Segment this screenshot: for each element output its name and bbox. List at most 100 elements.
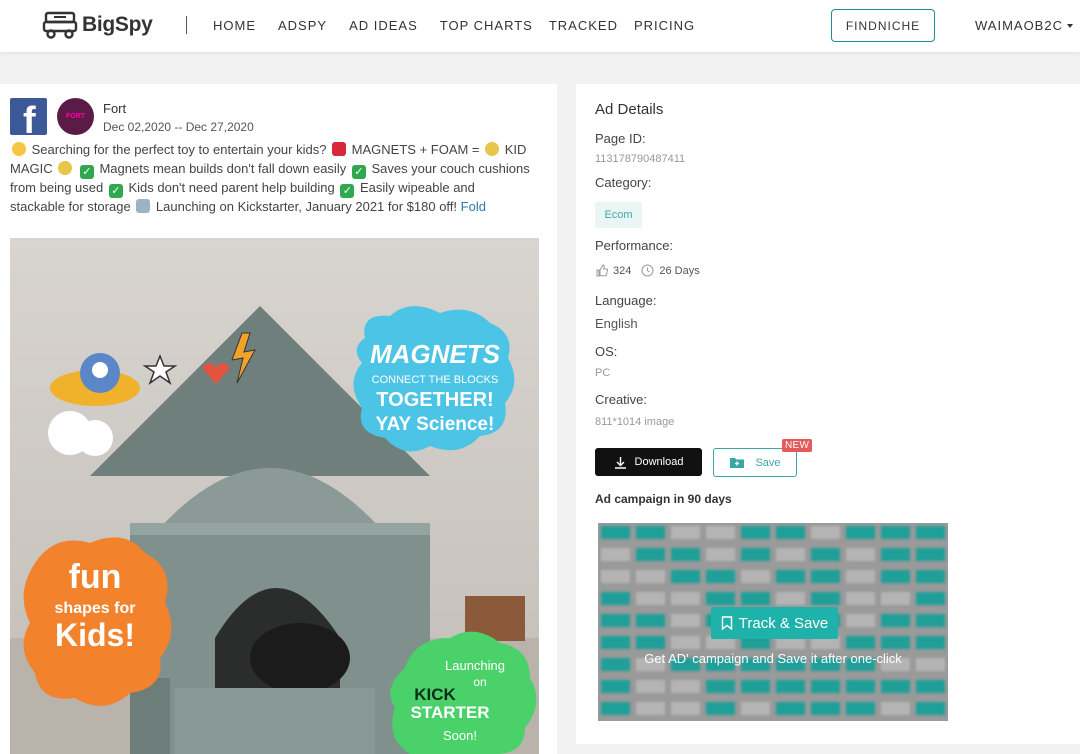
campaign-cell — [601, 636, 630, 649]
page-name[interactable]: Fort — [103, 101, 126, 116]
performance-stats: 324 26 Days — [595, 264, 710, 277]
campaign-cell — [671, 702, 700, 715]
campaign-cell — [916, 702, 945, 715]
campaign-cell — [811, 526, 840, 539]
page-avatar[interactable]: FORT — [57, 98, 94, 135]
track-save-button[interactable]: Track & Save — [711, 607, 838, 639]
like-icon — [596, 264, 608, 277]
campaign-cell — [636, 614, 665, 627]
svg-text:shapes for: shapes for — [55, 600, 136, 617]
ad-text-part: Magnets mean builds don't fall down easi… — [95, 160, 350, 176]
campaign-cell — [881, 526, 910, 539]
campaign-cell — [776, 548, 805, 561]
nav-top-charts[interactable]: TOP CHARTS — [440, 18, 533, 33]
download-button[interactable]: Download — [595, 448, 702, 476]
sparkle-emoji-icon — [485, 142, 500, 156]
campaign-cell — [601, 548, 630, 561]
campaign-cell — [846, 548, 875, 561]
campaign-cell — [916, 614, 945, 627]
save-button[interactable]: Save — [713, 448, 797, 477]
campaign-cell — [706, 702, 735, 715]
ad-details-panel: Ad Details Page ID: 113178790487411 Cate… — [576, 84, 1080, 744]
folder-add-icon — [730, 458, 745, 468]
campaign-cell — [811, 680, 840, 693]
svg-text:CONNECT THE BLOCKS: CONNECT THE BLOCKS — [372, 374, 499, 386]
new-badge: NEW — [782, 439, 813, 452]
track-save-label: Track & Save — [738, 614, 829, 632]
campaign-cell — [706, 592, 735, 605]
nav-links: HOME ADSPY AD IDEAS TOP CHARTS TRACKED P… — [213, 18, 717, 33]
bookmark-icon — [721, 616, 732, 630]
svg-text:STARTER: STARTER — [410, 703, 489, 722]
language-label: Language: — [595, 293, 657, 308]
campaign-cell — [916, 570, 945, 583]
campaign-cell — [601, 614, 630, 627]
campaign-cell — [881, 592, 910, 605]
ad-creative-image[interactable]: MAGNETS CONNECT THE BLOCKS TOGETHER! YAY… — [10, 238, 539, 754]
likes-stat: 324 — [595, 264, 631, 277]
fold-link[interactable]: Fold — [461, 199, 486, 214]
bigspy-logo[interactable]: BigSpy — [42, 10, 153, 40]
sparkle-emoji-icon — [58, 160, 73, 175]
campaign-cell — [706, 548, 735, 561]
ad-details-title: Ad Details — [595, 101, 664, 118]
campaign-cell — [846, 592, 875, 605]
ad-text: Searching for the perfect toy to enterta… — [10, 141, 530, 216]
category-label: Category: — [595, 175, 652, 190]
campaign-cell — [916, 680, 945, 693]
check-emoji-icon: ✓ — [108, 183, 123, 198]
campaign-grid: Track & Save Get AD' campaign and Save i… — [598, 523, 948, 721]
campaign-cell — [776, 592, 805, 605]
campaign-cell — [671, 636, 700, 649]
ad-date-range: Dec 02,2020 -- Dec 27,2020 — [103, 120, 254, 134]
download-icon — [614, 456, 626, 469]
campaign-cell — [741, 680, 770, 693]
nav-tracked[interactable]: TRACKED — [549, 18, 618, 33]
campaign-cell — [846, 680, 875, 693]
campaign-cell — [601, 570, 630, 583]
ad-text-part: Launching on Kickstarter, January 2021 f… — [152, 198, 461, 214]
fun-shapes-bubble: fun shapes for Kids! — [23, 537, 172, 706]
campaign-cell — [741, 702, 770, 715]
campaign-cell — [916, 592, 945, 605]
campaign-cell — [636, 526, 665, 539]
campaign-cell — [671, 570, 700, 583]
campaign-cell — [601, 592, 630, 605]
user-name: WAIMAOB2C — [975, 18, 1063, 33]
user-menu[interactable]: WAIMAOB2C — [975, 18, 1073, 33]
campaign-cell — [601, 526, 630, 539]
campaign-cell — [671, 592, 700, 605]
nav-ad-ideas[interactable]: AD IDEAS — [349, 18, 418, 33]
rocket-emoji-icon — [136, 198, 151, 213]
svg-text:Soon!: Soon! — [443, 728, 477, 743]
ad-text-part: Kids don't need parent help building — [124, 179, 339, 195]
magnets-bubble: MAGNETS CONNECT THE BLOCKS TOGETHER! YAY… — [353, 306, 515, 452]
svg-text:TOGETHER!: TOGETHER! — [376, 389, 493, 411]
campaign-cell — [846, 636, 875, 649]
campaign-cell — [741, 526, 770, 539]
findniche-button[interactable]: FINDNICHE — [831, 9, 935, 42]
creative-illustration: MAGNETS CONNECT THE BLOCKS TOGETHER! YAY… — [10, 238, 539, 754]
campaign-cell — [636, 570, 665, 583]
svg-text:on: on — [473, 675, 486, 689]
category-tag[interactable]: Ecom — [595, 202, 642, 228]
campaign-cell — [636, 680, 665, 693]
nav-pricing[interactable]: PRICING — [634, 18, 695, 33]
brand-name: BigSpy — [82, 13, 153, 36]
magnet-emoji-icon — [332, 142, 347, 156]
campaign-cell — [881, 636, 910, 649]
check-emoji-icon: ✓ — [351, 164, 366, 179]
campaign-cell — [636, 702, 665, 715]
svg-text:KICK: KICK — [414, 685, 456, 704]
ad-card: f FORT Fort Dec 02,2020 -- Dec 27,2020 S… — [0, 84, 557, 754]
campaign-cell — [881, 548, 910, 561]
save-label: Save — [755, 456, 781, 469]
campaign-cell — [846, 702, 875, 715]
facebook-icon: f — [10, 98, 47, 135]
nav-home[interactable]: HOME — [213, 18, 256, 33]
campaign-cell — [741, 570, 770, 583]
nav-adspy[interactable]: ADSPY — [278, 18, 327, 33]
campaign-cell — [811, 592, 840, 605]
language-value: English — [595, 316, 638, 331]
campaign-cell — [741, 592, 770, 605]
